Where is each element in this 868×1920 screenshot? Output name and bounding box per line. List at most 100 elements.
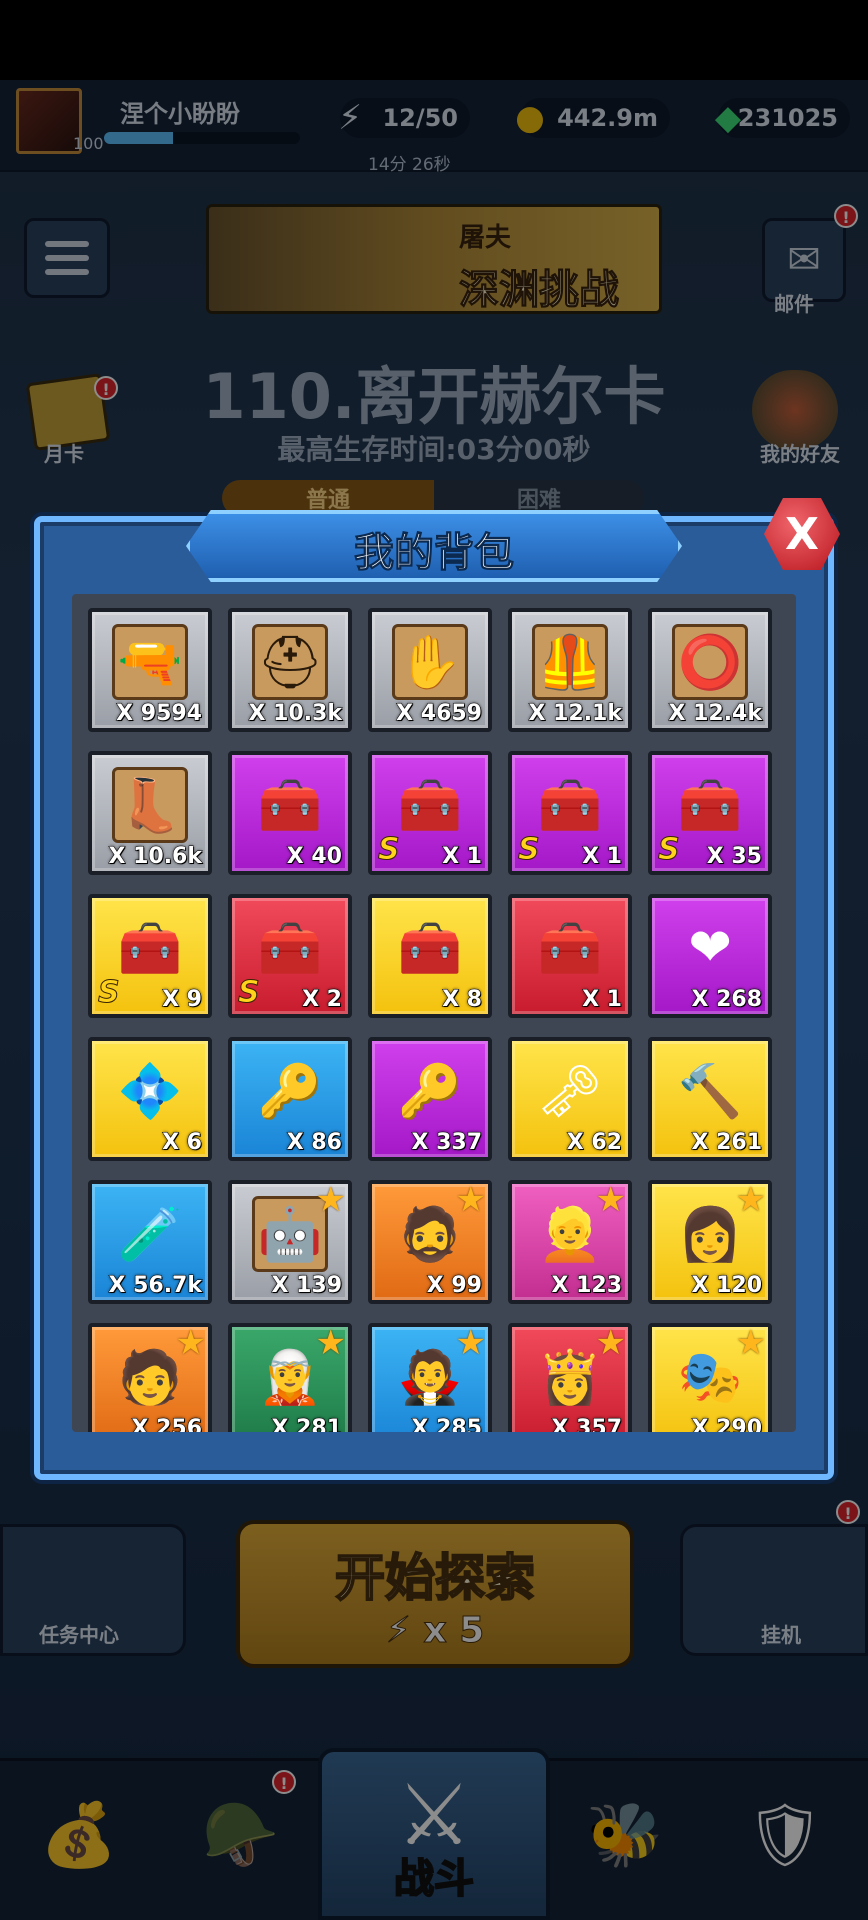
s-rank-icon: S [518, 832, 541, 868]
heart-token-icon: ❤ [688, 918, 732, 978]
silver-key-icon: 🔑 [257, 1061, 323, 1122]
red-s-chest-icon: 🧰 [257, 918, 323, 979]
item-count: X 139 [271, 1273, 343, 1299]
backpack-modal: 我的背包 X 🔫 X 9594 ⛑ X 10.3k ✋ X 4659 🦺 X 12.1k ⭕ X … [34, 498, 840, 1480]
item-boots-scroll[interactable]: 👢 X 10.6k [88, 751, 212, 875]
item-hero-shard-1[interactable]: 🤖 ★ X 139 [228, 1180, 352, 1304]
item-grid[interactable]: 🔫 X 9594 ⛑ X 10.3k ✋ X 4659 🦺 X 12.1k ⭕ X 12.4k 👢 X… [72, 594, 796, 1432]
item-count: X 6 [162, 1130, 203, 1156]
purple-s-chest-2-icon: 🧰 [677, 775, 743, 836]
item-helmet-scroll[interactable]: ⛑ X 10.3k [228, 608, 352, 732]
red-chest-icon: 🧰 [537, 918, 603, 979]
crystal-box-icon: 💠 [117, 1061, 183, 1122]
item-count: X 56.7k [108, 1273, 203, 1299]
item-glove-scroll[interactable]: ✋ X 4659 [368, 608, 492, 732]
item-weapon-scroll[interactable]: 🔫 X 9594 [88, 608, 212, 732]
item-count: X 9 [162, 987, 203, 1013]
purple-s-chest-icon: 🧰 [397, 775, 463, 836]
purple-chest-icon: 🧰 [257, 775, 323, 836]
star-icon: ★ [595, 1323, 626, 1363]
star-icon: ★ [735, 1323, 766, 1363]
item-purple-s-chest-2[interactable]: 🧰 S X 35 [648, 751, 772, 875]
belt-scroll-icon: ⭕ [672, 624, 748, 700]
item-count: X 10.3k [248, 701, 343, 727]
s-rank-icon: S [98, 975, 121, 1011]
item-count: X 9594 [116, 701, 203, 727]
item-count: X 40 [286, 844, 342, 870]
gold-key-icon: 🔑 [397, 1061, 463, 1122]
star-icon: ★ [455, 1323, 486, 1363]
silver-s-chest-icon: 🧰 [537, 775, 603, 836]
item-count: X 268 [691, 987, 763, 1013]
item-count: X 86 [286, 1130, 342, 1156]
item-count: X 4659 [396, 701, 483, 727]
hammer-icon: 🔨 [677, 1061, 743, 1122]
item-purple-s-chest[interactable]: 🧰 S X 1 [368, 751, 492, 875]
item-count: X 10.6k [108, 844, 203, 870]
item-count: X 12.4k [668, 701, 763, 727]
item-belt-scroll[interactable]: ⭕ X 12.4k [648, 608, 772, 732]
item-hero-shard-8[interactable]: 👸 ★ X 357 [508, 1323, 632, 1432]
item-count: X 1 [582, 987, 623, 1013]
item-hammer[interactable]: 🔨 X 261 [648, 1037, 772, 1161]
item-count: X 290 [691, 1416, 763, 1433]
item-count: X 261 [691, 1130, 763, 1156]
item-heart-token[interactable]: ❤ X 268 [648, 894, 772, 1018]
item-count: X 123 [551, 1273, 623, 1299]
star-icon: ★ [455, 1180, 486, 1220]
helmet-scroll-icon: ⛑ [252, 624, 328, 700]
item-hero-shard-3[interactable]: 👱 ★ X 123 [508, 1180, 632, 1304]
close-icon: X [785, 508, 819, 560]
s-rank-icon: S [378, 832, 401, 868]
item-count: X 35 [706, 844, 762, 870]
item-red-chest[interactable]: 🧰 X 1 [508, 894, 632, 1018]
item-count: X 1 [582, 844, 623, 870]
s-rank-icon: S [238, 975, 261, 1011]
item-count: X 1 [442, 844, 483, 870]
item-gold-chest[interactable]: 🧰 X 8 [368, 894, 492, 1018]
item-count: X 256 [131, 1416, 203, 1433]
item-count: X 12.1k [528, 701, 623, 727]
item-hero-shard-5[interactable]: 🧑 ★ X 256 [88, 1323, 212, 1432]
item-count: X 62 [566, 1130, 622, 1156]
item-count: X 120 [691, 1273, 763, 1299]
item-hero-shard-7[interactable]: 🧛 ★ X 285 [368, 1323, 492, 1432]
item-silver-s-chest[interactable]: 🧰 S X 1 [508, 751, 632, 875]
item-gem-key[interactable]: 🗝 X 62 [508, 1037, 632, 1161]
glove-scroll-icon: ✋ [392, 624, 468, 700]
star-icon: ★ [735, 1180, 766, 1220]
boots-scroll-icon: 👢 [112, 767, 188, 843]
item-red-s-chest[interactable]: 🧰 S X 2 [228, 894, 352, 1018]
item-energy-canister[interactable]: 🧪 X 56.7k [88, 1180, 212, 1304]
item-count: X 2 [302, 987, 343, 1013]
gem-key-icon: 🗝 [536, 1061, 603, 1122]
item-count: X 99 [426, 1273, 482, 1299]
item-count: X 337 [411, 1130, 483, 1156]
s-rank-icon: S [658, 832, 681, 868]
backpack-title: 我的背包 [354, 530, 515, 577]
item-purple-chest[interactable]: 🧰 X 40 [228, 751, 352, 875]
gold-chest-icon: 🧰 [397, 918, 463, 979]
star-icon: ★ [315, 1180, 346, 1220]
item-count: X 8 [442, 987, 483, 1013]
star-icon: ★ [315, 1323, 346, 1363]
item-hero-shard-9[interactable]: 🎭 ★ X 290 [648, 1323, 772, 1432]
weapon-scroll-icon: 🔫 [112, 624, 188, 700]
item-gold-s-chest[interactable]: 🧰 S X 9 [88, 894, 212, 1018]
star-icon: ★ [595, 1180, 626, 1220]
item-hero-shard-4[interactable]: 👩 ★ X 120 [648, 1180, 772, 1304]
star-icon: ★ [175, 1323, 206, 1363]
item-count: X 285 [411, 1416, 483, 1433]
item-gold-key[interactable]: 🔑 X 337 [368, 1037, 492, 1161]
item-crystal-box[interactable]: 💠 X 6 [88, 1037, 212, 1161]
item-armor-scroll[interactable]: 🦺 X 12.1k [508, 608, 632, 732]
item-hero-shard-2[interactable]: 🧔 ★ X 99 [368, 1180, 492, 1304]
item-hero-shard-6[interactable]: 🧝 ★ X 281 [228, 1323, 352, 1432]
energy-canister-icon: 🧪 [117, 1204, 183, 1265]
item-silver-key[interactable]: 🔑 X 86 [228, 1037, 352, 1161]
gold-s-chest-icon: 🧰 [117, 918, 183, 979]
armor-scroll-icon: 🦺 [532, 624, 608, 700]
item-count: X 281 [271, 1416, 343, 1433]
system-status-bar [0, 0, 868, 80]
item-count: X 357 [551, 1416, 623, 1433]
